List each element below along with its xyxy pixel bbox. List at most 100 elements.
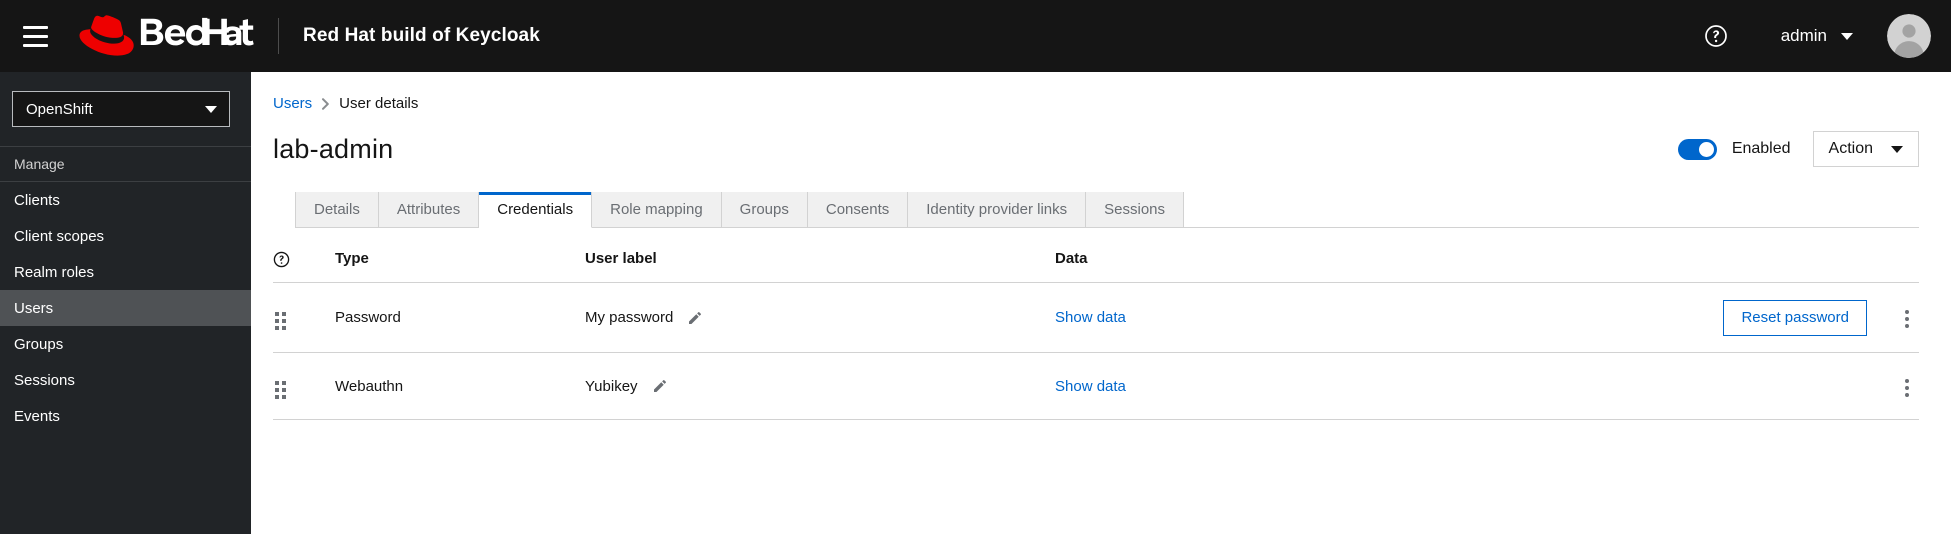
masthead: Red Hat build of Keycloak admin [0,0,1951,72]
kebab-menu-icon[interactable] [1895,373,1919,403]
column-header-data: Data [1055,228,1692,283]
row-user-label-cell: My password [585,282,1055,353]
column-header-type: Type [335,228,585,283]
table-header-row: Type User label Data [273,228,1919,283]
show-data-link[interactable]: Show data [1055,378,1126,395]
row-user-label: Yubikey [585,377,638,395]
row-action-cell: Reset password [1692,282,1867,353]
column-header-help [273,228,335,283]
row-user-label: My password [585,309,674,327]
row-action-cell [1692,352,1867,420]
pencil-glyph [689,311,702,324]
sidebar-item-clients[interactable]: Clients [0,182,251,218]
drag-dot [282,319,286,324]
help-circle-glyph [273,251,290,267]
sidebar-item-events[interactable]: Events [0,398,251,434]
user-detail-tabs: Details Attributes Credentials Role mapp… [295,192,1919,228]
table-row: Password My password Show data Reset pas… [273,282,1919,353]
page-body: OpenShift Manage Clients Client scopes R… [0,72,1951,534]
toggle-track [1677,138,1717,160]
row-type: Password [335,282,585,353]
drag-dot [282,380,286,385]
brand-divider [278,18,279,54]
drag-dot [275,312,279,317]
user-menu-button[interactable]: admin [1773,20,1861,52]
table-body: Password My password Show data Reset pas… [273,282,1919,420]
row-kebab-cell [1867,352,1919,420]
action-dropdown-button[interactable]: Action [1812,131,1919,167]
kebab-dot [1905,317,1909,322]
breadcrumb-current: User details [339,95,419,112]
username-label: admin [1780,26,1827,45]
red-hat-logo [79,15,254,56]
drag-dot [282,387,286,392]
sidebar-item-sessions[interactable]: Sessions [0,362,251,398]
brand[interactable]: Red Hat build of Keycloak [76,12,540,60]
tab-groups[interactable]: Groups [721,192,808,227]
column-header-actions [1692,228,1867,283]
sidebar: OpenShift Manage Clients Client scopes R… [0,72,251,534]
drag-handle-icon[interactable] [273,379,288,401]
row-drag-cell [273,282,335,353]
column-header-user-label: User label [585,228,1055,283]
breadcrumb: Users User details [273,95,1919,112]
row-kebab-cell [1867,282,1919,353]
page-title: lab-admin [273,133,394,164]
hamburger-bar [22,43,48,47]
tab-label: Groups [739,201,789,218]
show-data-link[interactable]: Show data [1055,309,1126,326]
sidebar-item-label: Users [14,299,54,317]
tab-identity-provider-links[interactable]: Identity provider links [908,192,1087,227]
pencil-icon[interactable] [687,310,703,326]
user-label-wrapper: My password [585,309,1055,326]
credentials-table-container: Type User label Data Password My passwor… [251,228,1951,420]
realm-selected-label: OpenShift [26,100,93,118]
product-title: Red Hat build of Keycloak [303,25,540,46]
drag-dot [275,394,279,399]
tab-sessions[interactable]: Sessions [1086,192,1185,227]
pencil-icon[interactable] [652,378,668,394]
tab-label: Identity provider links [926,201,1068,218]
sidebar-item-client-scopes[interactable]: Client scopes [0,218,251,254]
row-type: Webauthn [335,352,585,420]
nav-toggle-button[interactable] [12,13,58,59]
kebab-dot [1905,324,1909,329]
title-row: lab-admin Enabled Action [273,131,1919,167]
table-head: Type User label Data [273,228,1919,283]
kebab-dot [1905,385,1909,390]
help-circle-icon[interactable] [273,251,290,268]
row-data-cell: Show data [1055,352,1692,420]
main-content: Users User details lab-admin Enabled Act… [251,72,1951,534]
table-row: Webauthn Yubikey Show data [273,352,1919,420]
tab-details[interactable]: Details [295,192,379,227]
sidebar-item-label: Sessions [14,371,75,389]
help-icon[interactable] [1693,13,1739,59]
row-data-cell: Show data [1055,282,1692,353]
page-header: Users User details lab-admin Enabled Act… [251,72,1951,228]
sidebar-item-groups[interactable]: Groups [0,326,251,362]
sidebar-item-realm-roles[interactable]: Realm roles [0,254,251,290]
sidebar-item-label: Realm roles [14,263,95,281]
tab-credentials[interactable]: Credentials [479,192,593,228]
breadcrumb-link-users[interactable]: Users [273,95,312,112]
tab-role-mapping[interactable]: Role mapping [592,192,722,227]
chevron-down-icon [1841,32,1853,40]
sidebar-item-users[interactable]: Users [0,290,251,326]
avatar[interactable] [1887,14,1931,58]
enabled-toggle[interactable]: Enabled [1677,138,1791,160]
user-avatar-icon [1887,14,1931,58]
chevron-right-icon [321,97,330,110]
tab-consents[interactable]: Consents [807,192,909,227]
keycloak-admin-console: Red Hat build of Keycloak admin OpenShif… [0,0,1951,534]
sidebar-item-label: Events [14,407,60,425]
realm-selector[interactable]: OpenShift [12,91,230,127]
tab-attributes[interactable]: Attributes [378,192,480,227]
reset-password-button[interactable]: Reset password [1723,299,1867,336]
chevron-down-icon [205,105,217,113]
sidebar-section-manage: Manage [0,146,251,182]
drag-handle-icon[interactable] [273,310,288,332]
kebab-menu-icon[interactable] [1895,304,1919,334]
drag-dot [275,387,279,392]
tab-label: Sessions [1104,201,1166,218]
enabled-toggle-label: Enabled [1731,140,1791,157]
